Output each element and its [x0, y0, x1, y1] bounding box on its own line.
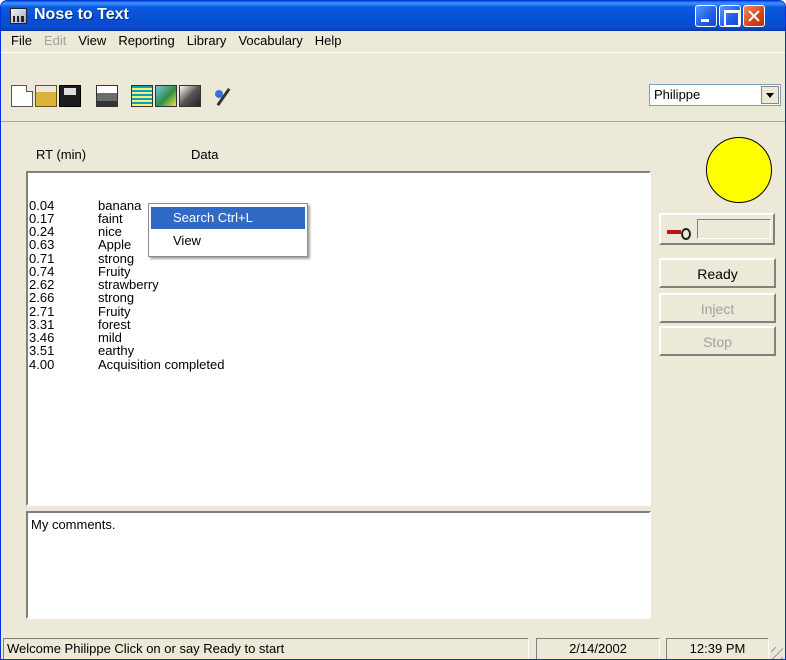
menu-vocabulary[interactable]: Vocabulary	[232, 31, 308, 51]
menu-library[interactable]: Library	[181, 31, 233, 51]
syringe-icon	[667, 222, 691, 240]
injector-control	[659, 213, 775, 245]
toolbar: Philippe	[1, 52, 785, 122]
app-icon	[10, 8, 27, 24]
stop-button[interactable]: Stop	[659, 326, 776, 356]
inject-button[interactable]: Inject	[659, 293, 776, 323]
menu-edit[interactable]: Edit	[38, 31, 72, 51]
context-menu: Search Ctrl+L View	[148, 203, 308, 257]
menu-file[interactable]: File	[5, 31, 38, 51]
menu-bar: File Edit View Reporting Library Vocabul…	[1, 31, 785, 51]
user-select-value: Philippe	[654, 87, 701, 102]
image-icon[interactable]	[179, 85, 201, 107]
menu-view[interactable]: View	[72, 31, 112, 51]
wand-icon[interactable]	[213, 85, 235, 107]
column-header-data: Data	[191, 147, 219, 162]
status-indicator	[706, 137, 772, 203]
user-select[interactable]: Philippe	[649, 84, 781, 106]
title-bar[interactable]: Nose to Text	[1, 1, 785, 31]
comments-field[interactable]: My comments.	[26, 511, 651, 619]
data-list[interactable]: 0.04 banana 0.17 faint 0.24 nice 0.63 Ap…	[26, 171, 651, 506]
app-window: Nose to Text File Edit View Reporting Li…	[0, 0, 786, 660]
status-date: 2/14/2002	[536, 638, 660, 659]
open-icon[interactable]	[35, 85, 57, 107]
status-message: Welcome Philippe Click on or say Ready t…	[3, 638, 529, 659]
maximize-button[interactable]	[719, 5, 741, 27]
picture-icon[interactable]	[155, 85, 177, 107]
menu-help[interactable]: Help	[309, 31, 348, 51]
minimize-button[interactable]	[695, 5, 717, 27]
status-time: 12:39 PM	[666, 638, 769, 659]
context-menu-view[interactable]: View	[151, 230, 305, 252]
window-title: Nose to Text	[34, 6, 129, 23]
close-button[interactable]	[743, 5, 765, 27]
ready-button[interactable]: Ready	[659, 258, 776, 288]
status-bar: Welcome Philippe Click on or say Ready t…	[1, 637, 785, 659]
injector-field	[697, 219, 771, 239]
save-icon[interactable]	[59, 85, 81, 107]
print-icon[interactable]	[96, 85, 118, 107]
list-icon[interactable]	[131, 85, 153, 107]
chevron-down-icon[interactable]	[761, 86, 779, 104]
new-icon[interactable]	[11, 85, 33, 107]
context-menu-search[interactable]: Search Ctrl+L	[151, 207, 305, 229]
resize-grip-icon[interactable]	[771, 647, 783, 659]
menu-reporting[interactable]: Reporting	[112, 31, 180, 51]
column-header-rt: RT (min)	[36, 147, 87, 162]
